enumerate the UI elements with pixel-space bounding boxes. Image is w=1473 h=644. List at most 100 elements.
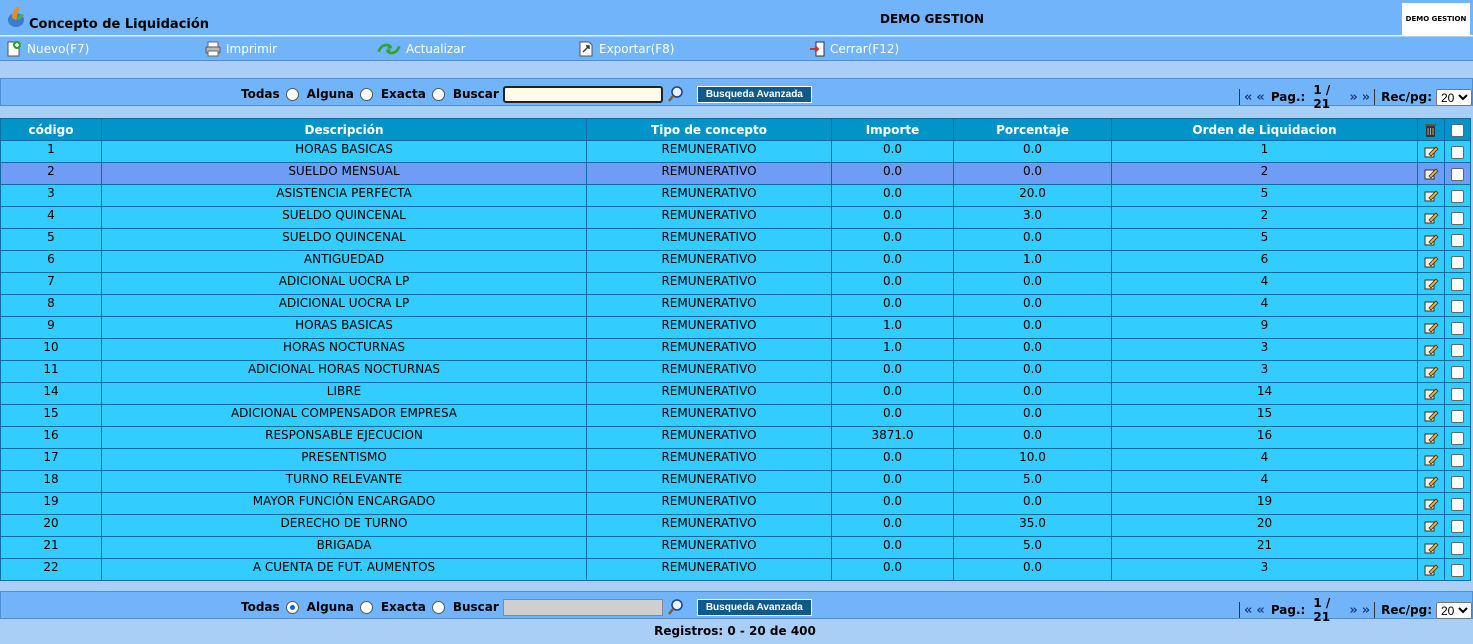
row-checkbox[interactable]: [1451, 255, 1464, 269]
table-row[interactable]: 22 A CUENTA DE FUT. AUMENTOS REMUNERATIVO 0…: [0, 558, 1471, 581]
edit-icon[interactable]: [1423, 408, 1439, 424]
column-header-porcentaje[interactable]: Porcentaje: [953, 118, 1112, 141]
edit-icon[interactable]: [1423, 144, 1439, 160]
next-page-button[interactable]: »: [1349, 603, 1357, 618]
column-header-importe[interactable]: Importe: [831, 118, 954, 141]
edit-icon[interactable]: [1423, 166, 1439, 182]
row-checkbox[interactable]: [1451, 453, 1464, 467]
rec-per-page-select[interactable]: 20: [1436, 601, 1472, 619]
cell-descripcion: DERECHO DE TURNO: [101, 514, 587, 537]
table-row[interactable]: 16 RESPONSABLE EJECUCION REMUNERATIVO 3871.…: [0, 426, 1471, 449]
row-checkbox[interactable]: [1451, 387, 1464, 401]
search-input[interactable]: [502, 598, 663, 616]
select-all-checkbox[interactable]: [1451, 123, 1464, 137]
table-row[interactable]: 21 BRIGADA REMUNERATIVO 0.0 5.0 21: [0, 536, 1471, 559]
first-page-button[interactable]: «: [1244, 603, 1252, 618]
edit-icon[interactable]: [1423, 474, 1439, 490]
row-checkbox[interactable]: [1451, 475, 1464, 489]
row-checkbox[interactable]: [1451, 211, 1464, 225]
advanced-search-button[interactable]: Busqueda Avanzada: [696, 598, 812, 616]
advanced-search-button[interactable]: Busqueda Avanzada: [696, 85, 812, 103]
row-checkbox[interactable]: [1451, 233, 1464, 247]
export-button[interactable]: Exportar(F8): [577, 40, 674, 58]
row-checkbox[interactable]: [1451, 497, 1464, 511]
radio-todas[interactable]: [285, 600, 299, 614]
edit-icon[interactable]: [1423, 364, 1439, 380]
table-row[interactable]: 4 SUELDO QUINCENAL REMUNERATIVO 0.0 3.0 2: [0, 206, 1471, 229]
edit-icon[interactable]: [1423, 452, 1439, 468]
table-row[interactable]: 20 DERECHO DE TURNO REMUNERATIVO 0.0 35.0 20: [0, 514, 1471, 537]
search-input[interactable]: [502, 85, 663, 103]
radio-todas[interactable]: [285, 87, 299, 101]
table-row[interactable]: 6 ANTIGUEDAD REMUNERATIVO 0.0 1.0 6: [0, 250, 1471, 273]
edit-icon[interactable]: [1423, 386, 1439, 402]
edit-icon[interactable]: [1423, 518, 1439, 534]
row-checkbox[interactable]: [1451, 299, 1464, 313]
table-row[interactable]: 9 HORAS BASICAS REMUNERATIVO 1.0 0.0 9: [0, 316, 1471, 339]
close-button[interactable]: Cerrar(F12): [808, 40, 899, 58]
table-row[interactable]: 10 HORAS NOCTURNAS REMUNERATIVO 1.0 0.0 3: [0, 338, 1471, 361]
table-row[interactable]: 18 TURNO RELEVANTE REMUNERATIVO 0.0 5.0 4: [0, 470, 1471, 493]
edit-icon[interactable]: [1423, 276, 1439, 292]
row-checkbox[interactable]: [1451, 519, 1464, 533]
table-row[interactable]: 5 SUELDO QUINCENAL REMUNERATIVO 0.0 0.0 5: [0, 228, 1471, 251]
edit-icon[interactable]: [1423, 430, 1439, 446]
edit-icon[interactable]: [1423, 540, 1439, 556]
column-header-descripcion[interactable]: Descripción: [101, 118, 587, 141]
edit-icon[interactable]: [1423, 342, 1439, 358]
table-row[interactable]: 11 ADICIONAL HORAS NOCTURNAS REMUNERATIVO 0…: [0, 360, 1471, 383]
table-row[interactable]: 3 ASISTENCIA PERFECTA REMUNERATIVO 0.0 20.0 5: [0, 184, 1471, 207]
row-checkbox[interactable]: [1451, 167, 1464, 181]
row-checkbox[interactable]: [1451, 189, 1464, 203]
rec-per-page-label: Rec/pg:: [1381, 603, 1432, 617]
table-row[interactable]: 17 PRESENTISMO REMUNERATIVO 0.0 10.0 4: [0, 448, 1471, 471]
row-checkbox[interactable]: [1451, 321, 1464, 335]
row-checkbox[interactable]: [1451, 343, 1464, 357]
table-row[interactable]: 7 ADICIONAL UOCRA LP REMUNERATIVO 0.0 0.0 4: [0, 272, 1471, 295]
row-checkbox[interactable]: [1451, 409, 1464, 423]
table-row[interactable]: 19 MAYOR FUNCIÓN ENCARGADO REMUNERATIVO 0.0…: [0, 492, 1471, 515]
row-checkbox[interactable]: [1451, 431, 1464, 445]
edit-icon[interactable]: [1423, 320, 1439, 336]
table-row[interactable]: 8 ADICIONAL UOCRA LP REMUNERATIVO 0.0 0.0 4: [0, 294, 1471, 317]
trash-icon[interactable]: [1423, 122, 1439, 138]
table-row[interactable]: 2 SUELDO MENSUAL REMUNERATIVO 0.0 0.0 2: [0, 162, 1471, 185]
radio-exacta[interactable]: [431, 600, 445, 614]
edit-icon[interactable]: [1423, 210, 1439, 226]
cell-descripcion: ADICIONAL COMPENSADOR EMPRESA: [101, 404, 587, 427]
edit-icon[interactable]: [1423, 254, 1439, 270]
column-header-orden[interactable]: Orden de Liquidacion: [1111, 118, 1418, 141]
prev-page-button[interactable]: «: [1256, 90, 1264, 105]
rec-per-page-select[interactable]: 20: [1436, 88, 1472, 106]
new-button[interactable]: Nuevo(F7): [5, 40, 89, 58]
radio-exacta[interactable]: [431, 87, 445, 101]
row-checkbox[interactable]: [1451, 541, 1464, 555]
print-button[interactable]: Imprimir: [204, 40, 277, 58]
edit-icon[interactable]: [1423, 298, 1439, 314]
row-checkbox[interactable]: [1451, 365, 1464, 379]
search-icon[interactable]: [667, 598, 685, 616]
radio-alguna[interactable]: [359, 87, 373, 101]
search-icon[interactable]: [667, 85, 685, 103]
prev-page-button[interactable]: «: [1256, 603, 1264, 618]
refresh-button[interactable]: Actualizar: [376, 40, 466, 58]
first-page-button[interactable]: «: [1244, 90, 1252, 105]
table-row[interactable]: 14 LIBRE REMUNERATIVO 0.0 0.0 14: [0, 382, 1471, 405]
print-button-label: Imprimir: [226, 42, 278, 56]
next-page-button[interactable]: »: [1349, 90, 1357, 105]
last-page-button[interactable]: »: [1362, 90, 1370, 105]
table-row[interactable]: 1 HORAS BASICAS REMUNERATIVO 0.0 0.0 1: [0, 140, 1471, 163]
table-row[interactable]: 15 ADICIONAL COMPENSADOR EMPRESA REMUNERAT…: [0, 404, 1471, 427]
edit-icon[interactable]: [1423, 232, 1439, 248]
radio-alguna[interactable]: [359, 600, 373, 614]
edit-icon[interactable]: [1423, 188, 1439, 204]
page-value: 1 / 21: [1313, 83, 1331, 111]
edit-icon[interactable]: [1423, 562, 1439, 578]
column-header-codigo[interactable]: código: [0, 118, 102, 141]
row-checkbox[interactable]: [1451, 563, 1464, 577]
column-header-tipo[interactable]: Tipo de concepto: [586, 118, 832, 141]
last-page-button[interactable]: »: [1362, 603, 1370, 618]
edit-icon[interactable]: [1423, 496, 1439, 512]
row-checkbox[interactable]: [1451, 277, 1464, 291]
row-checkbox[interactable]: [1451, 145, 1464, 159]
